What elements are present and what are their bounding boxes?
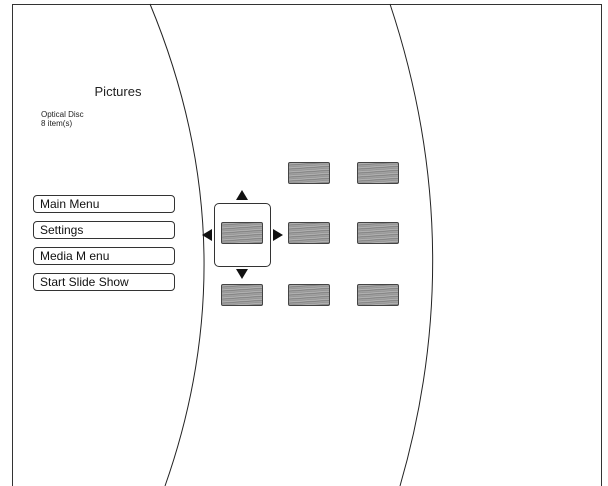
thumbnail-image[interactable] (357, 284, 399, 306)
item-count: 8 item(s) (41, 119, 73, 128)
arrow-up-icon[interactable] (236, 190, 248, 200)
arrow-down-icon[interactable] (236, 269, 248, 279)
thumbnail-image[interactable] (288, 162, 330, 184)
thumbnail-image[interactable] (288, 284, 330, 306)
thumbnail-image[interactable] (288, 222, 330, 244)
source-label: Optical Disc (41, 110, 84, 119)
thumbnail-image[interactable] (357, 162, 399, 184)
arrow-left-icon[interactable] (202, 229, 212, 241)
thumbnail-image-selected[interactable] (221, 222, 263, 244)
start-slide-show-button[interactable]: Start Slide Show (33, 273, 175, 291)
thumbnail-image[interactable] (221, 284, 263, 306)
page-title: Pictures (94, 84, 142, 99)
main-menu-button[interactable]: Main Menu (33, 195, 175, 213)
media-info: Optical Disc 8 item(s) (41, 110, 84, 128)
right-arc (389, 3, 434, 486)
arrow-right-icon[interactable] (273, 229, 283, 241)
thumbnail-image[interactable] (357, 222, 399, 244)
settings-button[interactable]: Settings (33, 221, 175, 239)
media-menu-button[interactable]: Media M enu (33, 247, 175, 265)
side-menu: Main Menu Settings Media M enu Start Sli… (33, 195, 175, 299)
